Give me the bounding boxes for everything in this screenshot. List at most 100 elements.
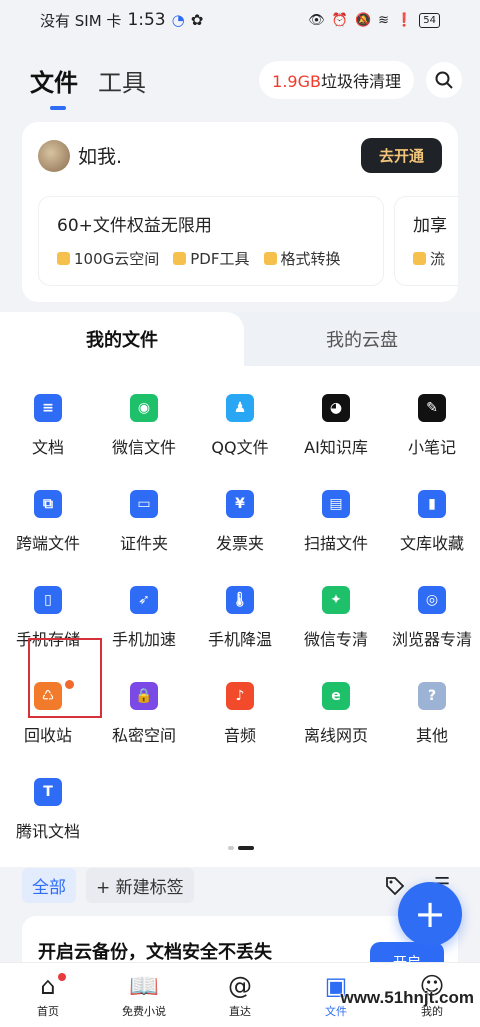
tencent-docs-icon: T [34, 778, 62, 806]
nav-book[interactable]: 📖 免费小说 [96, 963, 192, 1027]
note-icon: ✎ [418, 394, 446, 422]
benefit-title: 60+文件权益无限用 [57, 216, 212, 236]
page-indicator [228, 846, 254, 850]
benefit-format-convert: 格式转换 [263, 248, 341, 269]
browser-clean-icon: ◎ [418, 586, 446, 614]
file-category-label: 微信文件 [111, 438, 176, 457]
file-category-label: 跨端文件 [15, 534, 80, 553]
file-category-label: 离线网页 [303, 726, 368, 745]
add-fab-button[interactable]: + [398, 882, 462, 946]
phone-storage-icon: ▯ [34, 586, 62, 614]
wifi-icon: ≋ [378, 12, 390, 28]
file-category-private-lock[interactable]: 🔒 私密空间 [96, 668, 192, 764]
plus-icon: + [414, 892, 446, 936]
benefit2-title: 加享 [413, 216, 447, 236]
file-category-library-bookmark[interactable]: ▮ 文库收藏 [384, 476, 480, 572]
file-category-label: 腾讯文档 [15, 822, 80, 841]
mute-icon: 🔕 [354, 12, 372, 28]
file-category-rocket[interactable]: ➶ 手机加速 [96, 572, 192, 668]
file-category-thermometer[interactable]: 🌡 手机降温 [192, 572, 288, 668]
file-category-label: 私密空间 [111, 726, 176, 745]
alert-icon: ❗ [396, 12, 413, 28]
invoice-icon: ¥ [226, 490, 254, 518]
battery-icon: 54 [419, 12, 440, 28]
search-icon [435, 71, 453, 89]
id-folder-icon: ▭ [130, 490, 158, 518]
file-category-panda[interactable]: ◕ AI知识库 [288, 380, 384, 476]
nav-at[interactable]: @ 直达 [192, 963, 288, 1027]
watermark: www.51hnjt.com [340, 988, 474, 1007]
wechat-notification-icon: ✿ [190, 11, 204, 29]
question-icon: ? [418, 682, 446, 710]
private-lock-icon: 🔒 [130, 682, 158, 710]
library-bookmark-icon: ▮ [418, 490, 446, 518]
benefit-cloud-space: 100G云空间 [57, 248, 159, 269]
open-membership-button[interactable]: 去开通 [360, 138, 442, 173]
file-category-label: 小笔记 [407, 438, 456, 457]
wechat-icon: ◉ [130, 394, 158, 422]
file-category-browser-clean[interactable]: ◎ 浏览器专清 [384, 572, 480, 668]
file-category-offline-web[interactable]: e 离线网页 [288, 668, 384, 764]
junk-text: 垃圾待清理 [320, 72, 401, 91]
avatar[interactable] [38, 139, 70, 172]
file-category-label: 文库收藏 [399, 534, 464, 553]
recycle-bin-highlight [28, 638, 102, 718]
convert-icon [263, 252, 277, 265]
file-category-label: 微信专清 [303, 630, 368, 649]
tab-my-cloud[interactable]: 我的云盘 [244, 312, 480, 366]
file-category-scan[interactable]: ▤ 扫描文件 [288, 476, 384, 572]
file-category-question[interactable]: ? 其他 [384, 668, 480, 764]
file-category-cross-device[interactable]: ⧉ 跨端文件 [0, 476, 96, 572]
eye-icon: 👁 [308, 12, 325, 28]
scan-icon: ▤ [322, 490, 350, 518]
file-category-label: 回收站 [23, 726, 72, 745]
benefit-card[interactable]: 60+文件权益无限用 100G云空间 PDF工具 格式转换 [38, 196, 384, 286]
tag-bar: 全部 + 新建标签 [22, 868, 194, 903]
offline-web-icon: e [322, 682, 350, 710]
clock: 1:53 [127, 10, 166, 30]
thermometer-icon: 🌡 [226, 586, 254, 614]
file-category-label: AI知识库 [304, 438, 368, 457]
file-category-tencent-docs[interactable]: T 腾讯文档 [0, 764, 96, 860]
book-icon: 📖 [129, 971, 159, 1000]
app-notification-icon: ◔ [171, 11, 185, 29]
file-category-qq[interactable]: ♟ QQ文件 [192, 380, 288, 476]
benefit2-item: 流 [413, 248, 445, 269]
file-category-label: 手机降温 [207, 630, 272, 649]
junk-cleanup-button[interactable]: 1.9GB垃圾待清理 [259, 61, 414, 99]
panda-icon: ◕ [322, 394, 350, 422]
file-category-label: 扫描文件 [303, 534, 368, 553]
file-category-label: 音频 [223, 726, 256, 745]
notification-dot [58, 973, 66, 981]
file-category-label: 浏览器专清 [391, 630, 472, 649]
file-category-document[interactable]: ≡ 文档 [0, 380, 96, 476]
new-tag-button[interactable]: + 新建标签 [86, 868, 194, 903]
alarm-icon: ⏰ [331, 12, 348, 28]
file-category-wechat-clean[interactable]: ✦ 微信专清 [288, 572, 384, 668]
file-category-label: 发票夹 [215, 534, 264, 553]
benefit-card-2[interactable]: 加享 流 [394, 196, 458, 286]
file-category-id-folder[interactable]: ▭ 证件夹 [96, 476, 192, 572]
nav-home[interactable]: ⌂ 首页 [0, 963, 96, 1027]
file-category-label: 证件夹 [119, 534, 168, 553]
nav-label: 直达 [229, 1004, 251, 1018]
tab-files[interactable]: 文件 [30, 63, 78, 110]
tag-icon[interactable] [385, 876, 405, 896]
file-category-wechat[interactable]: ◉ 微信文件 [96, 380, 192, 476]
wechat-clean-icon: ✦ [322, 586, 350, 614]
file-category-invoice[interactable]: ¥ 发票夹 [192, 476, 288, 572]
qq-icon: ♟ [226, 394, 254, 422]
home-icon: ⌂ [40, 971, 56, 1000]
pdf-icon [173, 252, 187, 265]
file-category-music[interactable]: ♪ 音频 [192, 668, 288, 764]
top-header: 文件 工具 1.9GB垃圾待清理 [30, 58, 462, 110]
search-button[interactable] [426, 62, 462, 98]
tab-tools[interactable]: 工具 [98, 63, 146, 98]
file-category-label: QQ文件 [211, 438, 269, 457]
files-panel: 我的文件 我的云盘 ≡ 文档 ◉ 微信文件 ♟ QQ文件 ◕ AI知识库 ✎ 小笔记 ⧉ 跨端文件 ▭ 证… [0, 312, 480, 867]
file-category-note[interactable]: ✎ 小笔记 [384, 380, 480, 476]
status-bar: 没有 SIM 卡 1:53 ◔ ✿ 👁 ⏰ 🔕 ≋ ❗ 54 [0, 0, 480, 40]
tab-my-files[interactable]: 我的文件 [0, 312, 244, 366]
rocket-icon: ➶ [130, 586, 158, 614]
tag-all[interactable]: 全部 [22, 868, 76, 903]
